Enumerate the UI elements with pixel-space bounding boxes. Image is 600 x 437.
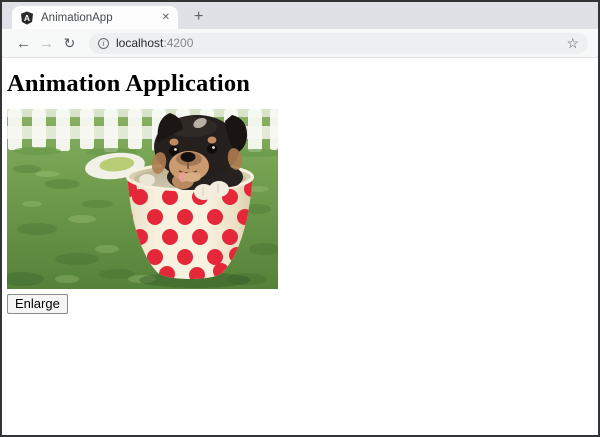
tab-title: AnimationApp (41, 11, 113, 24)
enlarge-button[interactable]: Enlarge (7, 294, 68, 314)
new-tab-icon[interactable]: + (194, 9, 203, 25)
tab-close-icon[interactable]: ✕ (162, 12, 170, 23)
url-host: localhost (116, 36, 164, 50)
favicon-letter: A (24, 13, 30, 23)
browser-tab[interactable]: A AnimationApp ✕ (12, 6, 178, 29)
page-content: Animation Application Black and tan pupp… (2, 70, 598, 435)
back-icon[interactable]: ← (12, 36, 35, 51)
page-info-icon[interactable]: i (98, 37, 109, 49)
puppy-photo: Black and tan puppy sitting in a cream c… (7, 109, 278, 289)
address-bar[interactable]: i localhost :4200 ☆ (89, 32, 588, 54)
forward-icon[interactable]: → (35, 36, 58, 51)
angular-favicon-icon: A (21, 11, 33, 25)
page-title: Animation Application (7, 70, 251, 97)
url-port: :4200 (163, 36, 194, 50)
tab-strip: A AnimationApp ✕ + (2, 2, 598, 29)
reload-icon[interactable]: ↻ (58, 36, 81, 50)
browser-window: A AnimationApp ✕ + ← → ↻ i localhost :42… (0, 0, 600, 437)
bookmark-star-icon[interactable]: ☆ (566, 36, 579, 50)
browser-toolbar: ← → ↻ i localhost :4200 ☆ (2, 29, 598, 58)
